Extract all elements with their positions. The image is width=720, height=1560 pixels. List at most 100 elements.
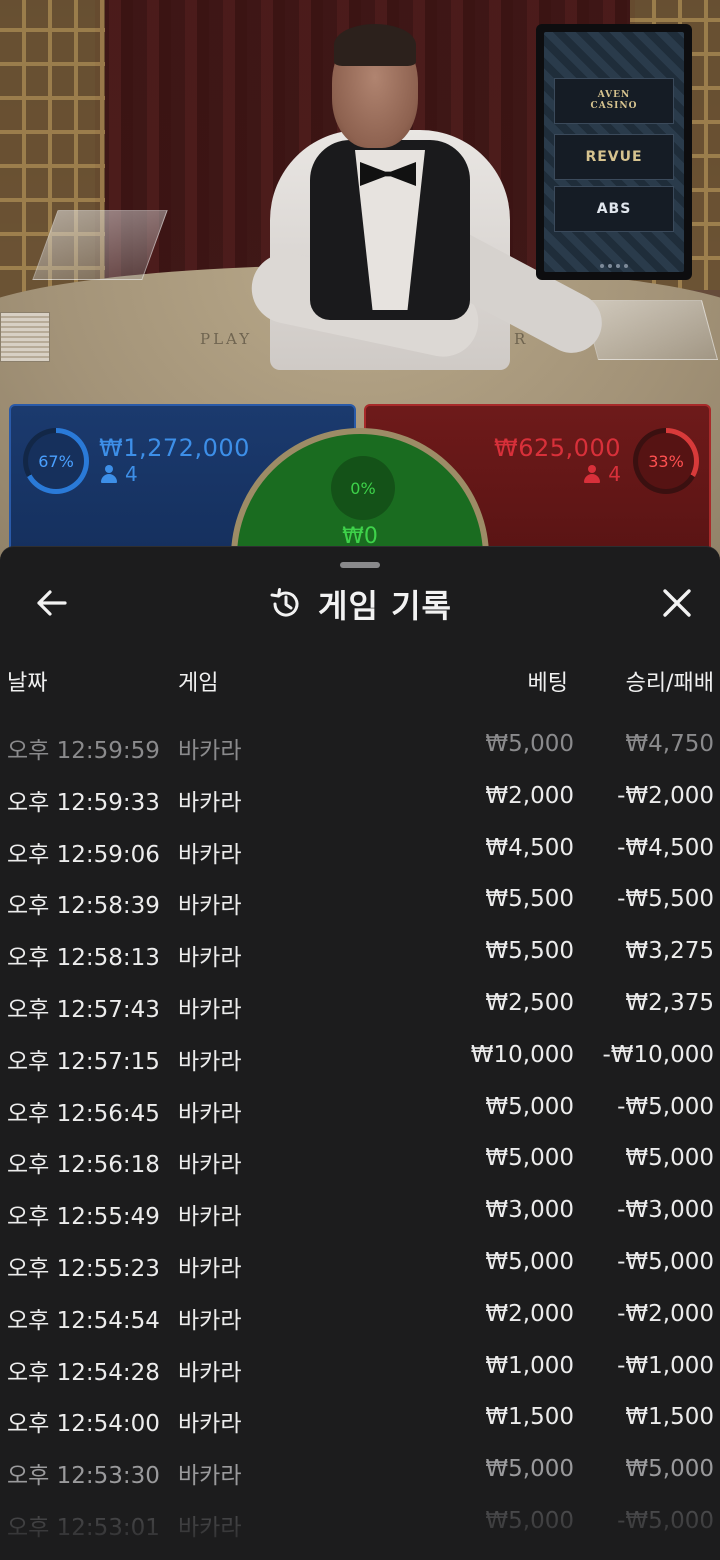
row-bet: ₩5,000 [485, 1093, 574, 1120]
row-time: 오후 12:59:59 [7, 738, 160, 764]
row-game: 바카라 [178, 996, 242, 1023]
history-row[interactable]: 오후 12:54:00 바카라 ₩1,500 ₩1,500 [0, 1392, 720, 1444]
row-time: 오후 12:53:30 [7, 1463, 160, 1490]
banker-percentage-ring: 33% [633, 428, 699, 494]
history-row[interactable]: 오후 12:57:43 바카라 ₩2,500 ₩2,375 [0, 978, 720, 1030]
row-result: -₩10,000 [602, 1041, 714, 1068]
column-header-game: 게임 [178, 671, 219, 696]
row-result: ₩2,375 [625, 989, 714, 1016]
table-label-player: PLAY [200, 330, 253, 348]
row-bet: ₩5,500 [485, 938, 574, 965]
row-result: -₩2,000 [617, 782, 714, 809]
row-time: 오후 12:54:54 [7, 1307, 160, 1334]
row-bet: ₩2,000 [485, 1300, 574, 1327]
row-game: 바카라 [178, 1152, 242, 1179]
row-bet: ₩5,000 [485, 731, 574, 757]
row-game: 바카라 [178, 789, 242, 816]
row-bet: ₩5,500 [485, 886, 574, 913]
card-deck [0, 312, 50, 362]
row-game: 바카라 [178, 1048, 242, 1075]
close-icon [663, 589, 691, 617]
player-percentage-ring: 67% [23, 428, 89, 494]
column-header-result: 승리/패배 [625, 671, 714, 696]
row-bet: ₩5,000 [485, 1145, 574, 1172]
history-row[interactable]: 오후 12:54:54 바카라 ₩2,000 -₩2,000 [0, 1289, 720, 1341]
row-game: 바카라 [178, 893, 242, 920]
carousel-dots [600, 264, 628, 268]
row-result: ₩1,500 [625, 1404, 714, 1431]
sponsor-logo-revue: REVUE [554, 134, 674, 180]
row-game: 바카라 [178, 1411, 242, 1438]
history-row[interactable]: 오후 12:55:23 바카라 ₩5,000 -₩5,000 [0, 1237, 720, 1289]
row-result: ₩4,750 [625, 731, 714, 757]
row-bet: ₩2,500 [485, 989, 574, 1016]
row-time: 오후 12:54:28 [7, 1359, 160, 1386]
sponsor-logo-abs: ABS [554, 186, 674, 232]
row-game: 바카라 [178, 1100, 242, 1127]
player-total-bet: ₩1,272,000 [99, 434, 250, 462]
history-row[interactable]: 오후 12:57:15 바카라 ₩10,000 -₩10,000 [0, 1030, 720, 1082]
history-row[interactable]: 오후 12:53:30 바카라 ₩5,000 ₩5,000 [0, 1444, 720, 1496]
dealer-figure [245, 20, 613, 380]
sponsor-monitor: AVEN CASINO REVUE ABS [536, 24, 692, 280]
history-row[interactable]: 오후 12:56:45 바카라 ₩5,000 -₩5,000 [0, 1082, 720, 1134]
row-game: 바카라 [178, 1204, 242, 1231]
row-time: 오후 12:59:33 [7, 789, 160, 816]
page-title: 게임 기록 [318, 587, 452, 625]
row-result: -₩3,000 [617, 1197, 714, 1224]
history-icon [270, 588, 299, 617]
row-bet: ₩10,000 [470, 1041, 574, 1068]
row-time: 오후 12:53:01 [7, 1514, 160, 1541]
history-row[interactable]: 오후 12:53:01 바카라 ₩5,000 -₩5,000 [0, 1496, 720, 1548]
row-result: ₩5,000 [625, 1456, 714, 1483]
row-time: 오후 12:59:06 [7, 841, 160, 868]
row-time: 오후 12:56:18 [7, 1152, 160, 1179]
history-row[interactable]: 오후 12:59:33 바카라 ₩2,000 -₩2,000 [0, 771, 720, 823]
sheet-drag-handle[interactable] [340, 562, 380, 568]
card-shoe-right [581, 300, 719, 360]
close-button[interactable] [652, 583, 702, 623]
history-row[interactable]: 오후 12:56:18 바카라 ₩5,000 ₩5,000 [0, 1133, 720, 1185]
row-game: 바카라 [178, 1514, 242, 1541]
row-bet: ₩2,000 [485, 782, 574, 809]
row-bet: ₩4,500 [485, 834, 574, 861]
row-game: 바카라 [178, 841, 242, 868]
row-game: 바카라 [178, 1255, 242, 1282]
history-row[interactable]: 오후 12:58:39 바카라 ₩5,500 -₩5,500 [0, 874, 720, 926]
row-time: 오후 12:55:49 [7, 1204, 160, 1231]
row-bet: ₩5,000 [485, 1507, 574, 1534]
row-game: 바카라 [178, 1359, 242, 1386]
person-icon [584, 465, 601, 483]
row-game: 바카라 [178, 945, 242, 972]
history-list: 오후 12:59:59 바카라 ₩5,000 ₩4,750 오후 12:59:33 바카라… [0, 719, 720, 1548]
history-row[interactable]: 오후 12:59:59 바카라 ₩5,000 ₩4,750 [0, 719, 720, 771]
row-time: 오후 12:54:00 [7, 1411, 160, 1438]
column-header-date: 날짜 [7, 671, 48, 696]
person-icon [101, 465, 117, 483]
column-header-bet: 베팅 [527, 671, 568, 696]
history-row[interactable]: 오후 12:54:28 바카라 ₩1,000 -₩1,000 [0, 1341, 720, 1393]
row-result: -₩5,000 [617, 1507, 714, 1534]
player-bettor-count: 4 [101, 462, 138, 486]
history-row[interactable]: 오후 12:55:49 바카라 ₩3,000 -₩3,000 [0, 1185, 720, 1237]
row-game: 바카라 [178, 1463, 242, 1490]
row-bet: ₩1,000 [485, 1352, 574, 1379]
row-time: 오후 12:55:23 [7, 1255, 160, 1282]
row-time: 오후 12:56:45 [7, 1100, 160, 1127]
history-row[interactable]: 오후 12:58:13 바카라 ₩5,500 ₩3,275 [0, 926, 720, 978]
banker-total-bet: ₩625,000 [494, 434, 621, 462]
sponsor-logo-aven: AVEN CASINO [554, 78, 674, 124]
row-result: -₩1,000 [617, 1352, 714, 1379]
tie-percentage-ring: 0% [331, 456, 395, 520]
row-bet: ₩5,000 [485, 1248, 574, 1275]
row-time: 오후 12:57:15 [7, 1048, 160, 1075]
game-history-sheet: 게임 기록 날짜 게임 베팅 승리/패배 오후 12:59:59 바카라 ₩5,00… [0, 546, 720, 1560]
history-row[interactable]: 오후 12:59:06 바카라 ₩4,500 -₩4,500 [0, 823, 720, 875]
row-result: -₩5,500 [617, 886, 714, 913]
row-time: 오후 12:58:13 [7, 945, 160, 972]
row-bet: ₩3,000 [485, 1197, 574, 1224]
row-result: -₩4,500 [617, 834, 714, 861]
row-time: 오후 12:57:43 [7, 996, 160, 1023]
sheet-header: 게임 기록 [0, 581, 720, 627]
row-bet: ₩5,000 [485, 1456, 574, 1483]
